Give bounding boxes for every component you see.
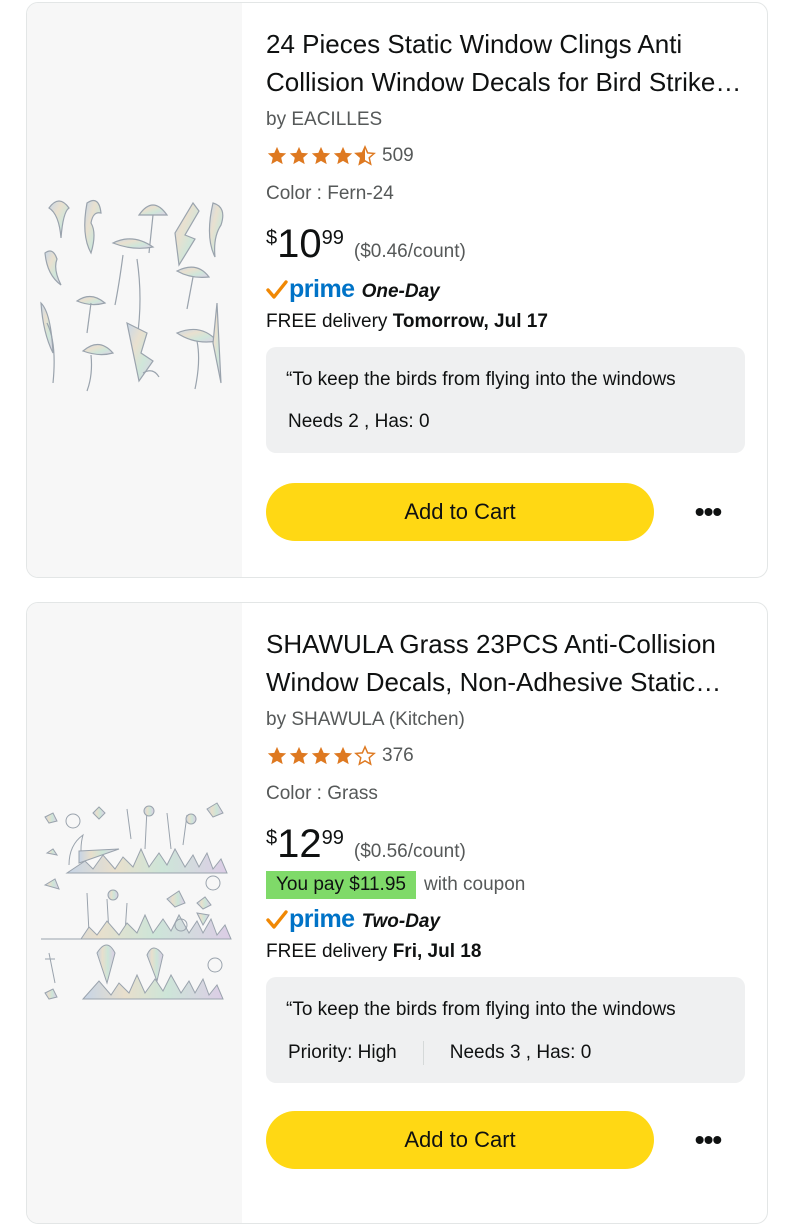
star-full-icon	[311, 746, 331, 765]
star-full-icon	[333, 146, 353, 165]
more-dots-icon[interactable]: •••	[686, 490, 730, 534]
rating-row[interactable]: 376	[266, 743, 414, 769]
product-card: 24 Pieces Static Window Clings Anti Coll…	[26, 2, 768, 578]
product-title[interactable]: SHAWULA Grass 23PCS Anti-Collision Windo…	[266, 625, 745, 701]
price-whole: 12	[277, 822, 322, 866]
rating-row[interactable]: 509	[266, 143, 414, 169]
price-fraction: 99	[321, 827, 344, 849]
price-symbol: $	[266, 827, 278, 849]
unit-price: ($0.46/count)	[353, 241, 466, 262]
delivery-date: Tomorrow, Jul 17	[392, 311, 548, 332]
prime-logo-text: prime	[289, 905, 355, 933]
prime-speed: Two-Day	[361, 910, 441, 932]
add-to-cart-button[interactable]: Add to Cart	[266, 483, 654, 541]
price-fraction: 99	[321, 227, 344, 249]
price-whole: 10	[277, 222, 322, 266]
price: $ 10 99 ($0.46/count)	[266, 221, 466, 267]
star-full-icon	[289, 146, 309, 165]
star-rating	[266, 745, 376, 767]
product-card: SHAWULA Grass 23PCS Anti-Collision Windo…	[26, 602, 768, 1224]
price: $ 12 99 ($0.56/count)	[266, 821, 466, 867]
needs-has: Needs 3 , Has: 0	[449, 1042, 592, 1063]
coupon-row: You pay $11.95 with coupon	[266, 871, 525, 899]
prime-logo-text: prime	[289, 275, 355, 303]
delivery-prefix: FREE delivery	[266, 311, 393, 332]
more-dots-icon[interactable]: •••	[686, 1118, 730, 1162]
delivery-date: Fri, Jul 18	[392, 941, 482, 962]
coupon-text: with coupon	[423, 874, 526, 895]
star-full-icon	[311, 146, 331, 165]
star-half-icon	[354, 145, 376, 166]
product-image[interactable]	[27, 603, 242, 1223]
rating-count: 509	[382, 145, 414, 166]
delivery-info: FREE delivery Fri, Jul 18	[266, 941, 481, 963]
list-note-box[interactable]: “To keep the birds from flying into the …	[266, 347, 745, 453]
star-rating	[266, 145, 376, 167]
star-full-icon	[267, 146, 287, 165]
prime-badge: prime One-Day	[266, 275, 440, 304]
price-symbol: $	[266, 227, 278, 249]
note-meta: Priority: High Needs 3 , Has: 0	[288, 1041, 591, 1065]
coupon-badge: You pay $11.95	[266, 871, 416, 899]
prime-badge: prime Two-Day	[266, 905, 440, 934]
prime-check-icon	[266, 279, 288, 299]
note-quote: “To keep the birds from flying into the …	[286, 369, 676, 390]
note-meta: Needs 2 , Has: 0	[288, 411, 430, 433]
product-brand[interactable]: by SHAWULA (Kitchen)	[266, 709, 465, 731]
star-full-icon	[289, 746, 309, 765]
star-empty-icon	[354, 745, 376, 766]
rating-count: 376	[382, 745, 414, 766]
delivery-prefix: FREE delivery	[266, 941, 393, 962]
note-quote: “To keep the birds from flying into the …	[286, 999, 676, 1020]
star-full-icon	[267, 746, 287, 765]
product-brand[interactable]: by EACILLES	[266, 109, 382, 131]
list-note-box[interactable]: “To keep the birds from flying into the …	[266, 977, 745, 1083]
star-full-icon	[333, 746, 353, 765]
delivery-info: FREE delivery Tomorrow, Jul 17	[266, 311, 548, 333]
prime-check-icon	[266, 909, 288, 929]
grass-decal-image	[41, 802, 232, 1000]
product-color: Color : Grass	[266, 783, 378, 804]
product-color: Color : Fern-24	[266, 183, 394, 204]
meta-divider	[422, 1041, 424, 1065]
needs-has: Needs 2 , Has: 0	[288, 411, 430, 432]
product-image[interactable]	[27, 3, 242, 577]
prime-speed: One-Day	[361, 280, 440, 302]
fern-decal-image	[40, 200, 224, 392]
product-title[interactable]: 24 Pieces Static Window Clings Anti Coll…	[266, 25, 745, 101]
unit-price: ($0.56/count)	[353, 841, 466, 862]
priority-label: Priority: High	[288, 1042, 397, 1063]
add-to-cart-button[interactable]: Add to Cart	[266, 1111, 654, 1169]
